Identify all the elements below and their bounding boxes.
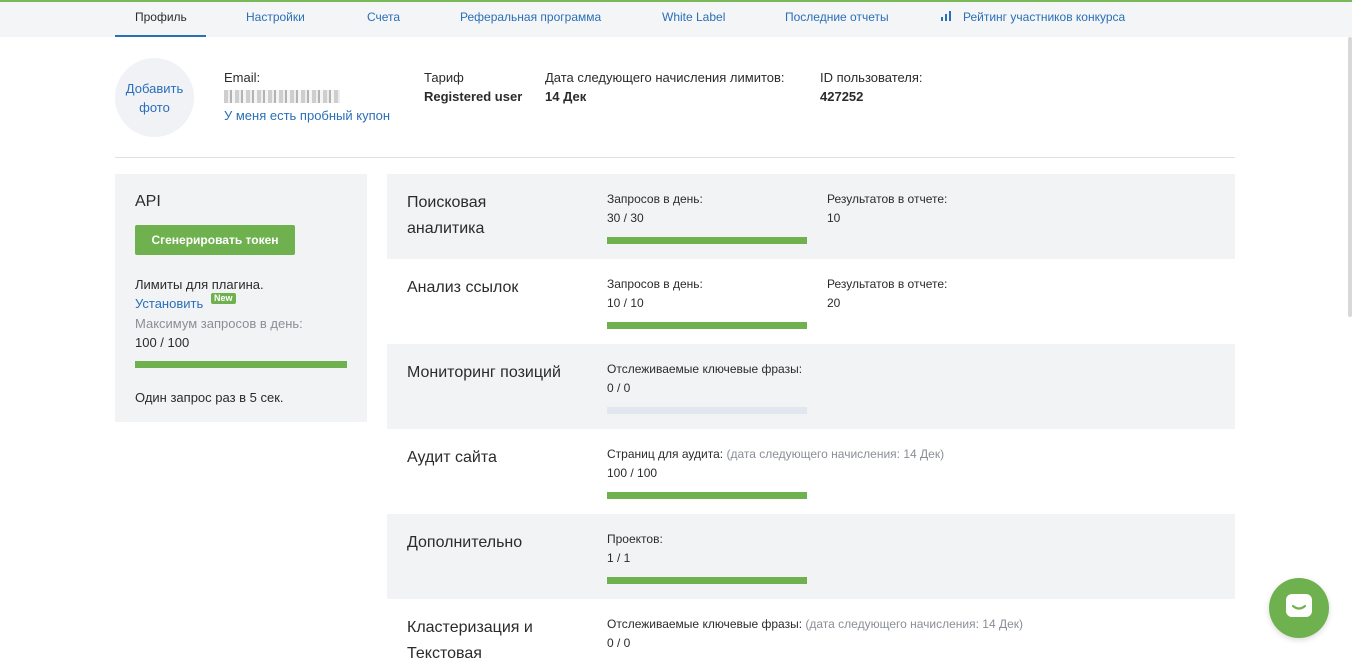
metric-label: Проектов: <box>607 532 663 546</box>
metric-progress <box>607 577 807 584</box>
trial-coupon-link[interactable]: У меня есть пробный купон <box>224 108 390 123</box>
metric-value: 0 / 0 <box>607 381 631 395</box>
new-badge: New <box>211 293 236 304</box>
metric-value: 100 / 100 <box>607 466 658 480</box>
max-requests-label: Максимум запросов в день: <box>135 316 303 331</box>
metric-label: Запросов в день: <box>607 277 703 291</box>
tab-profile[interactable]: Профиль <box>135 2 187 35</box>
tab-settings[interactable]: Настройки <box>246 2 305 35</box>
scrollbar-thumb[interactable] <box>1348 37 1352 317</box>
metric-value: 10 / 10 <box>607 296 644 310</box>
max-requests-value: 100 / 100 <box>135 335 190 350</box>
chat-icon <box>1284 592 1314 625</box>
user-id-label: ID пользователя: <box>820 70 923 85</box>
metric-progress <box>607 407 807 414</box>
metric-progress <box>607 237 807 244</box>
metric-label: Отслеживаемые ключевые фразы: <box>607 362 803 376</box>
metric-label: Страниц для аудита: (дата следующего нач… <box>607 447 944 461</box>
plugin-limits-text: Лимиты для плагина. <box>135 277 264 292</box>
tab-contest-rating-label: Рейтинг участников конкурса <box>963 10 1126 24</box>
tab-referral[interactable]: Реферальная программа <box>460 2 601 35</box>
limit-title: Кластеризация и Текстовая <box>407 619 533 658</box>
profile-divider <box>115 157 1235 158</box>
tab-contest-rating[interactable]: Рейтинг участников конкурса <box>941 2 1125 35</box>
bar-chart-icon <box>941 2 953 32</box>
limit-row-additional: Дополнительно Проектов: 1 / 1 <box>387 514 1235 599</box>
limit-title: Анализ ссылок <box>407 279 519 296</box>
tab-invoices[interactable]: Счета <box>367 2 400 35</box>
metric-label: Отслеживаемые ключевые фразы: (дата след… <box>607 617 1023 631</box>
limit-title: Аудит сайта <box>407 449 497 466</box>
email-value-redacted <box>224 90 340 103</box>
tab-recent-reports[interactable]: Последние отчеты <box>785 2 889 35</box>
metric-progress <box>607 492 807 499</box>
metric-note: (дата следующего начисления: 14 Дек) <box>805 617 1024 631</box>
limit-row-position-monitoring: Мониторинг позиций Отслеживаемые ключевы… <box>387 344 1235 429</box>
metric-value: 30 / 30 <box>607 211 644 225</box>
metric-label: Запросов в день: <box>607 192 703 206</box>
metric-label-text: Отслеживаемые ключевые фразы: <box>607 617 803 631</box>
metric-note: (дата следующего начисления: 14 Дек) <box>726 447 945 461</box>
metric-value: 20 <box>827 296 841 310</box>
tab-white-label[interactable]: White Label <box>662 2 725 35</box>
metric-label: Результатов в отчете: <box>827 192 948 206</box>
limit-title: Мониторинг позиций <box>407 364 561 381</box>
limit-title: Дополнительно <box>407 534 523 551</box>
email-label: Email: <box>224 70 261 85</box>
chat-widget-button[interactable] <box>1269 578 1329 638</box>
max-requests-progress <box>135 361 347 368</box>
generate-token-button[interactable]: Сгенерировать токен <box>135 225 295 255</box>
metric-label: Результатов в отчете: <box>827 277 948 291</box>
tariff-value: Registered user <box>424 89 523 104</box>
limit-row-site-audit: Аудит сайта Страниц для аудита: (дата сл… <box>387 429 1235 514</box>
install-plugin-link[interactable]: Установить <box>135 296 203 311</box>
api-card: API Сгенерировать токен Лимиты для плаги… <box>115 174 367 422</box>
rate-limit-note: Один запрос раз в 5 сек. <box>135 390 284 405</box>
add-photo-button[interactable]: Добавить фото <box>115 58 194 137</box>
metric-value: 1 / 1 <box>607 551 631 565</box>
metric-progress <box>607 322 807 329</box>
next-limits-value: 14 Дек <box>545 89 587 104</box>
metric-label-text: Страниц для аудита: <box>607 447 724 461</box>
api-title: API <box>135 193 161 210</box>
tariff-label: Тариф <box>424 70 464 85</box>
user-id-value: 427252 <box>820 89 864 104</box>
metric-value: 10 <box>827 211 841 225</box>
next-limits-label: Дата следующего начисления лимитов: <box>545 70 785 85</box>
limit-row-link-analysis: Анализ ссылок Запросов в день: 10 / 10 Р… <box>387 259 1235 344</box>
limit-row-search-analytics: Поисковая аналитика Запросов в день: 30 … <box>387 174 1235 259</box>
tab-bar: Профиль Настройки Счета Реферальная прог… <box>0 2 1352 38</box>
limit-row-clustering: Кластеризация и Текстовая Отслеживаемые … <box>387 599 1235 658</box>
limit-title: Поисковая аналитика <box>407 194 487 237</box>
metric-value: 0 / 0 <box>607 636 631 650</box>
add-photo-label: Добавить фото <box>125 80 184 115</box>
